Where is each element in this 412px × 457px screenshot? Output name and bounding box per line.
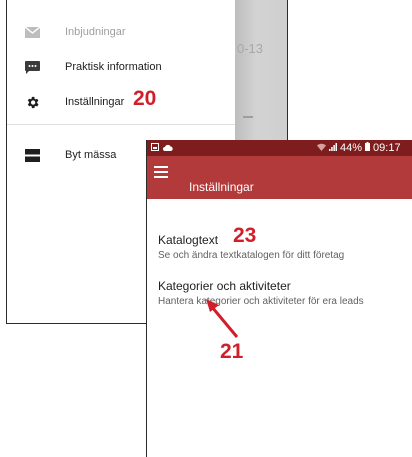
drawer-item-label: Praktisk information	[65, 61, 162, 73]
drawer-item-label: Inbjudningar	[65, 26, 126, 38]
setting-subtitle: Se och ändra textkatalogen för ditt före…	[158, 250, 345, 261]
battery-percent: 44%	[340, 142, 363, 154]
signal-icon	[329, 142, 337, 154]
setting-subtitle: Hantera kategorier och aktiviteter för e…	[158, 296, 364, 307]
drawer-item-praktisk-information[interactable]: Praktisk information	[7, 49, 235, 85]
screenshot-icon	[151, 142, 159, 154]
cloud-icon	[163, 142, 173, 154]
background-mark	[243, 116, 253, 118]
background-date-fragment: 0-13	[237, 41, 264, 56]
battery-icon	[365, 142, 371, 154]
drawer-item-label: Byt mässa	[65, 149, 117, 161]
hamburger-icon	[154, 166, 168, 168]
setting-title: Katalogtext	[158, 233, 219, 247]
gear-icon	[24, 94, 40, 110]
drawer-divider	[7, 124, 235, 125]
drawer-item-label: Inställningar	[65, 96, 125, 108]
settings-screen: 44% 09:17 Inställningar Katalogtext Se o…	[146, 140, 412, 457]
status-bar: 44% 09:17	[147, 140, 412, 156]
setting-item-kategorier-och-aktiviteter[interactable]: Kategorier och aktiviteter Hantera kateg…	[147, 279, 412, 313]
page-title: Inställningar	[189, 180, 254, 194]
message-icon	[24, 59, 40, 75]
switch-icon	[24, 147, 40, 163]
drawer-item-inbjudningar[interactable]: Inbjudningar	[7, 14, 235, 50]
setting-item-katalogtext[interactable]: Katalogtext Se och ändra textkatalogen f…	[147, 233, 412, 267]
wifi-icon	[317, 142, 326, 154]
annotation-21: 21	[220, 340, 244, 363]
app-bar: Inställningar	[147, 156, 412, 199]
setting-title: Kategorier och aktiviteter	[158, 279, 291, 293]
annotation-20: 20	[133, 87, 157, 110]
envelope-icon	[24, 24, 40, 40]
annotation-23: 23	[233, 224, 257, 247]
drawer-item-installningar[interactable]: Inställningar	[7, 84, 235, 120]
clock: 09:17	[373, 142, 401, 154]
menu-button[interactable]	[154, 166, 168, 178]
